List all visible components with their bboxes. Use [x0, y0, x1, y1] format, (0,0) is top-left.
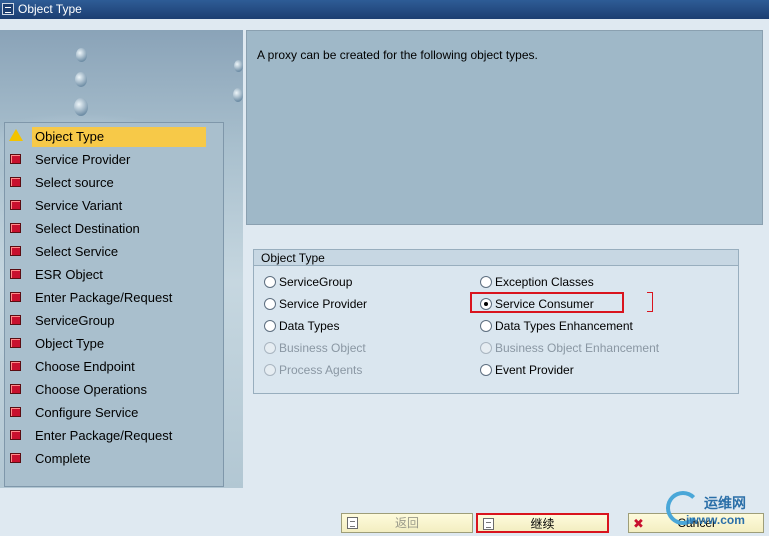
radio-button	[264, 342, 276, 354]
step-label: Service Variant	[35, 198, 123, 213]
continue-button-label: 继续	[530, 517, 555, 531]
continue-button[interactable]: 继续	[476, 513, 609, 533]
step-item[interactable]: Object Type	[5, 127, 223, 147]
radio-button[interactable]	[264, 320, 276, 332]
radio-button[interactable]	[480, 364, 492, 376]
error-icon	[10, 361, 21, 371]
radio-label: ServiceGroup	[279, 275, 353, 289]
error-icon	[10, 223, 21, 233]
radio-button	[480, 342, 492, 354]
step-item[interactable]: Choose Operations	[5, 380, 223, 400]
back-button-label: 返回	[394, 516, 419, 530]
step-item[interactable]: Choose Endpoint	[5, 357, 223, 377]
step-label: ESR Object	[35, 267, 103, 282]
step-label: Choose Operations	[35, 382, 148, 397]
step-item[interactable]: Object Type	[5, 334, 223, 354]
error-icon	[10, 246, 21, 256]
radio-label: Service Provider	[279, 297, 368, 311]
step-label: ServiceGroup	[35, 313, 115, 328]
window-title: Object Type	[18, 2, 82, 16]
radio-label: Exception Classes	[495, 275, 594, 289]
water-drop	[75, 72, 87, 87]
step-label: Object Type	[35, 336, 105, 351]
step-item[interactable]: Service Provider	[5, 150, 223, 170]
error-icon	[10, 269, 21, 279]
radio-button[interactable]	[264, 298, 276, 310]
watermark-url: iwww.com	[686, 513, 745, 527]
water-drop	[233, 88, 243, 102]
radio-button[interactable]	[264, 276, 276, 288]
step-label: Select source	[35, 175, 114, 190]
step-item[interactable]: Enter Package/Request	[5, 288, 223, 308]
radio-button[interactable]	[480, 320, 492, 332]
highlight-box	[470, 292, 624, 313]
watermark-logo: 运维网 iwww.com	[666, 489, 766, 533]
water-drop	[74, 98, 88, 116]
step-label: Select Service	[35, 244, 119, 259]
step-item[interactable]: Complete	[5, 449, 223, 469]
error-icon	[10, 154, 21, 164]
step-label: Select Destination	[35, 221, 140, 236]
watermark-text: 运维网	[704, 495, 746, 511]
error-icon	[10, 430, 21, 440]
warning-icon	[9, 129, 23, 141]
step-label: Enter Package/Request	[35, 290, 173, 305]
wizard-steps-list: Object Type Service Provider Select sour…	[4, 122, 224, 487]
info-panel: A proxy can be created for the following…	[246, 30, 763, 225]
step-item[interactable]: ServiceGroup	[5, 311, 223, 331]
highlight-bracket	[647, 292, 653, 312]
error-icon	[10, 453, 21, 463]
step-item[interactable]: Configure Service	[5, 403, 223, 423]
step-item[interactable]: Select source	[5, 173, 223, 193]
step-item[interactable]: Service Variant	[5, 196, 223, 216]
error-icon	[10, 177, 21, 187]
step-item[interactable]: Select Service	[5, 242, 223, 262]
info-text: A proxy can be created for the following…	[257, 48, 538, 62]
error-icon	[10, 315, 21, 325]
step-item[interactable]: ESR Object	[5, 265, 223, 285]
water-drop	[76, 48, 87, 62]
error-icon	[10, 292, 21, 302]
step-label: Configure Service	[35, 405, 139, 420]
step-label: Enter Package/Request	[35, 428, 173, 443]
water-drop	[234, 60, 243, 72]
radio-button	[264, 364, 276, 376]
radio-label: Business Object	[279, 341, 366, 355]
object-type-group: Object Type ServiceGroup Service Provide…	[253, 249, 739, 394]
error-icon	[10, 338, 21, 348]
step-item[interactable]: Select Destination	[5, 219, 223, 239]
error-icon	[10, 384, 21, 394]
step-label: Object Type	[32, 127, 206, 147]
radio-label: Business Object Enhancement	[495, 341, 660, 355]
radio-label: Process Agents	[279, 363, 363, 377]
error-icon	[10, 407, 21, 417]
radio-label: Event Provider	[495, 363, 574, 377]
group-title: Object Type	[254, 250, 738, 266]
step-label: Service Provider	[35, 152, 131, 167]
radio-label: Data Types	[279, 319, 340, 333]
step-item[interactable]: Enter Package/Request	[5, 426, 223, 446]
radio-button[interactable]	[480, 276, 492, 288]
step-label: Complete	[35, 451, 91, 466]
title-bar: Object Type	[0, 0, 769, 19]
radio-label: Data Types Enhancement	[495, 319, 633, 333]
back-button[interactable]: 返回	[341, 513, 473, 533]
error-icon	[10, 200, 21, 210]
step-label: Choose Endpoint	[35, 359, 135, 374]
window-icon	[2, 3, 14, 15]
